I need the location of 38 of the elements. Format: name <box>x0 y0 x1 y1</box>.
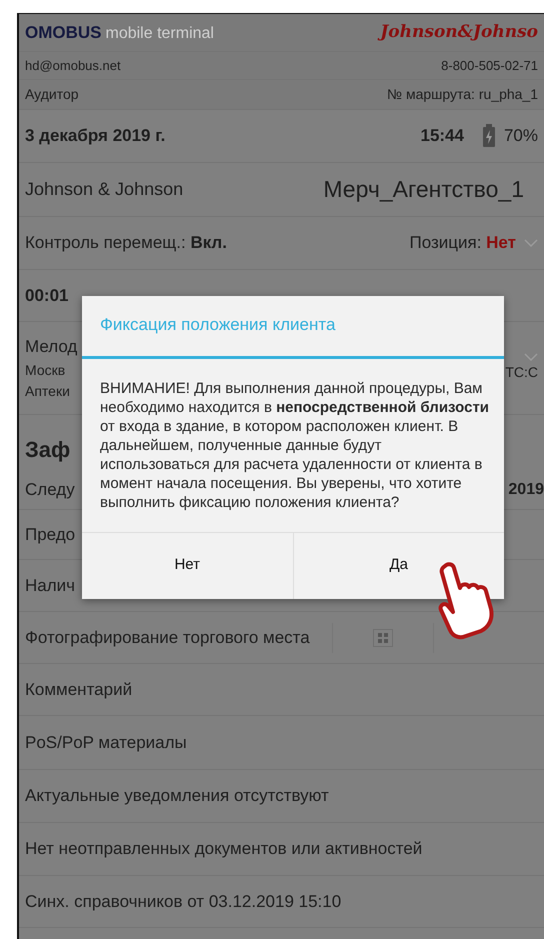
menu-label: PoS/PoP материалы <box>25 732 187 754</box>
menu-label: Налич <box>25 574 76 597</box>
timer-text: 00:01 <box>25 284 68 307</box>
next-visit-date: 2019 <box>508 480 544 500</box>
date-text: 3 декабря 2019 г. <box>25 125 166 148</box>
client-info: Москв <box>25 360 66 380</box>
user-role: Аудитор <box>25 85 79 104</box>
support-phone: 8-800-505-02-71 <box>441 56 538 75</box>
next-visit-label: Следу <box>25 478 75 501</box>
brand-name: OMOBUS <box>25 22 102 42</box>
section-title: Заф <box>25 436 70 464</box>
battery-level: 70% <box>504 125 538 148</box>
client-info: Мелод <box>25 336 78 358</box>
grid-icon[interactable] <box>372 628 393 646</box>
client-info: Аптеки <box>25 382 71 401</box>
company-name: Johnson & Johnson <box>25 178 184 201</box>
chevron-down-icon[interactable] <box>524 238 538 248</box>
position-status: Позиция: Нет <box>409 232 516 254</box>
chevron-down-icon[interactable] <box>524 353 538 362</box>
company-logo: Johnson&Johnso <box>380 20 538 46</box>
client-info: ТС:С <box>505 363 538 382</box>
time-text: 15:44 <box>420 125 464 148</box>
route-number: № маршрута: ru_pha_1 <box>387 85 538 104</box>
menu-label: Актуальные уведомления отсутствуют <box>25 785 329 808</box>
dialog-title: Фиксация положения клиента <box>82 296 504 358</box>
menu-label: Нет неотправленных документов или активностей <box>25 838 422 860</box>
dialog-message: ВНИМАНИЕ! Для выполнения данной процедуры, Вам необходимо находится в непосредственной близости от входа в здание, в котором расположен клиент. В дальнейшем, полученные данные будут использоваться для расчета удаленности от клиента в момент начала посещения. Вы уверены, что хотите выполнить фиксацию положения клиента? <box>99 378 490 512</box>
menu-label: Комментарий <box>25 678 132 701</box>
support-email: hd@omobus.net <box>25 56 121 75</box>
menu-label: Синх. справочников от 03.12.2019 15:10 <box>25 890 342 913</box>
app-subtitle: mobile terminal <box>106 24 214 42</box>
tracking-status: Контроль перемещ.: Вкл. <box>25 232 227 254</box>
battery-charging-icon <box>482 124 496 148</box>
dialog-button[interactable]: Нет <box>82 532 292 598</box>
dialog-button[interactable]: Да <box>292 532 504 598</box>
menu-label: Фотографирование торгового места <box>25 626 310 649</box>
agent-name: Мерч_Агентство_1 <box>323 175 524 204</box>
menu-label: Предо <box>25 524 76 546</box>
